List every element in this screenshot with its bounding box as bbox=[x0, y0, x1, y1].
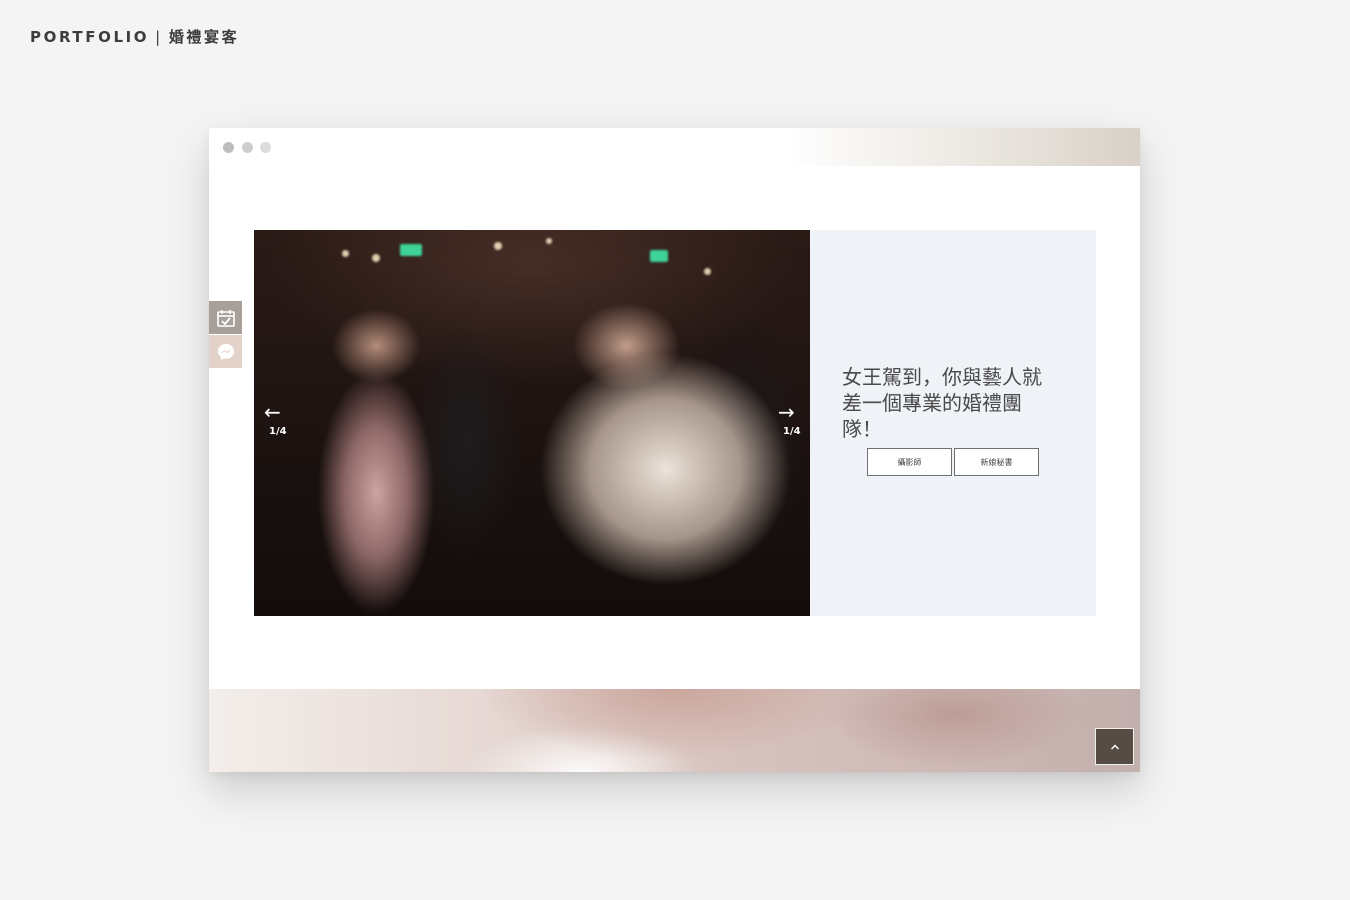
next-slide-arrow-icon[interactable]: → bbox=[778, 402, 795, 422]
next-section-image bbox=[209, 689, 1140, 772]
bridal-stylist-button[interactable]: 新娘秘書 bbox=[954, 448, 1039, 476]
window-dot-maximize bbox=[260, 142, 271, 153]
hero-text-panel: 女王駕到，你與藝人就差一個專業的婚禮團隊！ 攝影師 新娘秘書 bbox=[810, 230, 1096, 616]
stage-light bbox=[372, 254, 380, 262]
exit-sign bbox=[400, 244, 422, 256]
messenger-icon bbox=[217, 343, 234, 360]
chevron-up-icon bbox=[1110, 744, 1119, 749]
prev-slide-arrow-icon[interactable]: ← bbox=[264, 402, 281, 422]
window-dot-minimize bbox=[242, 142, 253, 153]
booking-button[interactable] bbox=[209, 301, 242, 334]
calendar-check-icon bbox=[216, 309, 235, 327]
page-title: PORTFOLIO | 婚禮宴客 bbox=[30, 26, 239, 47]
stage-light bbox=[546, 238, 552, 244]
portfolio-label: PORTFOLIO bbox=[30, 28, 150, 46]
category-label: 婚禮宴客 bbox=[168, 28, 240, 46]
stage-light bbox=[494, 242, 502, 250]
browser-mockup: ← → 1/4 1/4 女王駕到，你與藝人就差一個專業的婚禮團隊！ 攝影師 新娘… bbox=[209, 128, 1140, 772]
stage-light bbox=[342, 250, 349, 257]
photographer-button[interactable]: 攝影師 bbox=[867, 448, 952, 476]
browser-titlebar bbox=[209, 128, 1140, 166]
slide-counter-left: 1/4 bbox=[269, 426, 287, 437]
exit-sign bbox=[650, 250, 668, 262]
window-dot-close bbox=[223, 142, 234, 153]
back-to-top-button[interactable] bbox=[1095, 728, 1134, 765]
title-separator: | bbox=[155, 28, 163, 46]
hero-slider-photo: ← → 1/4 1/4 bbox=[254, 230, 810, 616]
messenger-button[interactable] bbox=[209, 335, 242, 368]
hero-heading: 女王駕到，你與藝人就差一個專業的婚禮團隊！ bbox=[842, 365, 1042, 441]
slide-counter-right: 1/4 bbox=[783, 426, 801, 437]
stage-light bbox=[704, 268, 711, 275]
